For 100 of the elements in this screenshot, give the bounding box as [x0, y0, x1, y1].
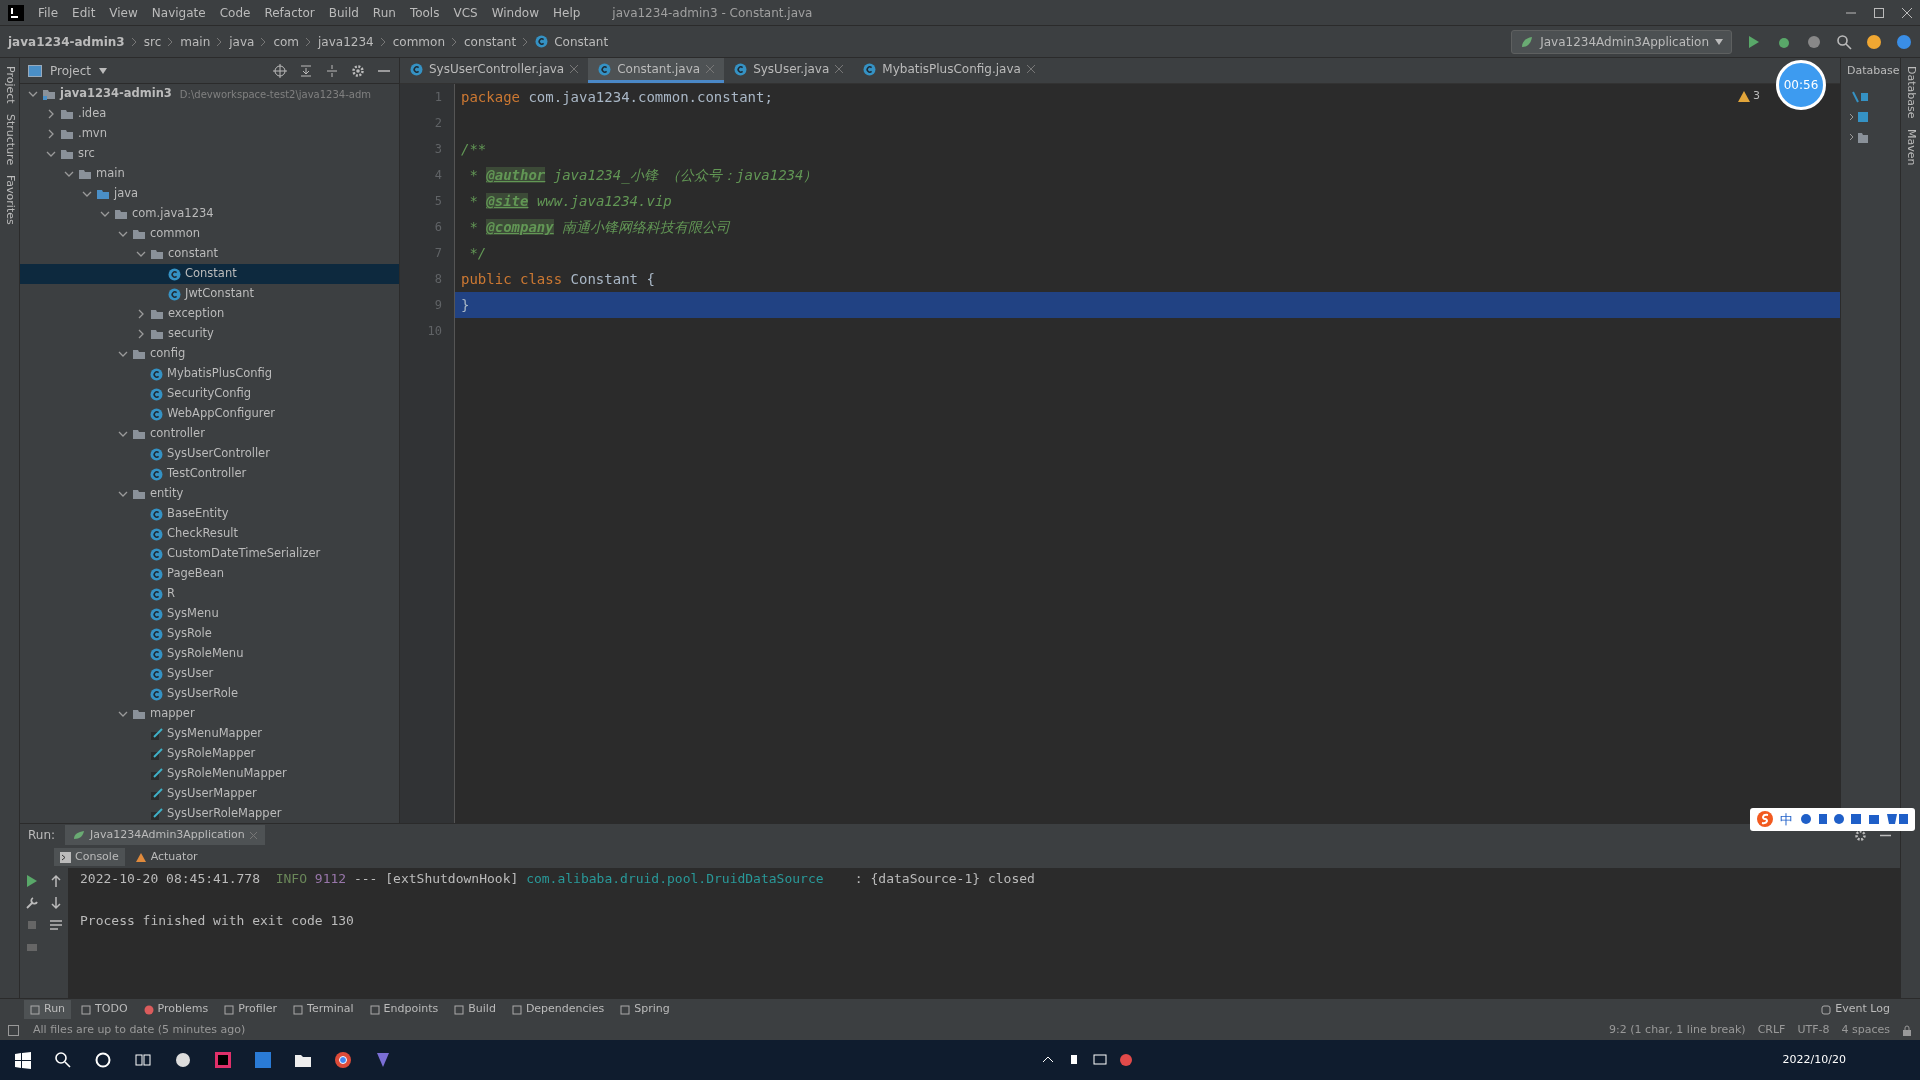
panel-title[interactable]: Project	[50, 61, 92, 80]
tree-item[interactable]: security	[20, 324, 399, 344]
caret-icon[interactable]	[99, 67, 108, 74]
settings-icon[interactable]	[351, 63, 365, 78]
tree-item[interactable]: SysUserController	[20, 444, 399, 464]
breadcrumb-item[interactable]: java1234-admin3	[8, 32, 125, 51]
app-icon[interactable]	[174, 1051, 192, 1069]
ide-taskbar-icon[interactable]	[214, 1051, 232, 1069]
tool-window-tab[interactable]: TODO	[75, 1000, 134, 1019]
tree-item[interactable]: common	[20, 224, 399, 244]
tree-item[interactable]: SysMenu	[20, 604, 399, 624]
breadcrumb-item[interactable]: java	[229, 32, 255, 51]
console-tab[interactable]: Console	[54, 847, 125, 867]
tree-item[interactable]: BaseEntity	[20, 504, 399, 524]
warning-count[interactable]: 3	[1753, 88, 1760, 105]
collapse-all-icon[interactable]	[325, 63, 339, 78]
expand-all-icon[interactable]	[299, 63, 313, 78]
menu-item[interactable]: Build	[328, 3, 359, 22]
editor-tab[interactable]: MybatisPlusConfig.java	[853, 58, 1045, 83]
ime-mode[interactable]: 中	[1780, 809, 1793, 829]
menu-item[interactable]: Refactor	[264, 3, 315, 22]
tree-item[interactable]: main	[20, 164, 399, 184]
tool-window-button[interactable]: Favorites	[1, 174, 18, 225]
menu-item[interactable]: Edit	[72, 3, 96, 22]
tool-window-tab[interactable]: Dependencies	[505, 1000, 611, 1019]
scroll-down-icon[interactable]	[49, 896, 63, 910]
menu-item[interactable]: File	[38, 3, 59, 22]
network-icon[interactable]	[1093, 1053, 1108, 1067]
console-tab[interactable]: Actuator	[128, 847, 204, 867]
editor-tab[interactable]: SysUserController.java	[400, 58, 589, 83]
tree-item[interactable]: CheckResult	[20, 524, 399, 544]
tree-item[interactable]: .mvn	[20, 124, 399, 144]
wrench-icon[interactable]	[25, 896, 39, 910]
coverage-icon[interactable]	[1806, 33, 1822, 50]
tree-item[interactable]: PageBean	[20, 564, 399, 584]
close-icon[interactable]	[1026, 65, 1035, 73]
windows-start-icon[interactable]	[14, 1051, 32, 1069]
locate-icon[interactable]	[273, 63, 287, 78]
run-configuration-tab[interactable]: Java1234Admin3Application	[65, 824, 265, 846]
tree-item[interactable]: src	[20, 144, 399, 164]
breadcrumb-item[interactable]: src	[143, 32, 162, 51]
tool-window-button[interactable]: Maven	[1902, 128, 1919, 165]
tree-item[interactable]: SysUser	[20, 664, 399, 684]
chevron-down-icon[interactable]	[118, 709, 128, 719]
tree-item[interactable]: JwtConstant	[20, 284, 399, 304]
menu-item[interactable]: VCS	[453, 3, 478, 22]
tree-item[interactable]: SecurityConfig	[20, 384, 399, 404]
tree-item[interactable]: SysUserMapper	[20, 784, 399, 804]
tree-item[interactable]: java1234-admin3 D:\devworkspace-test2\java1234-adm	[20, 84, 399, 104]
run-icon[interactable]	[25, 874, 39, 888]
tree-item[interactable]: entity	[20, 484, 399, 504]
settings-icon[interactable]	[1854, 828, 1867, 842]
tree-item[interactable]: SysRoleMenu	[20, 644, 399, 664]
menu-item[interactable]: Code	[219, 3, 251, 22]
tree-item[interactable]: mapper	[20, 704, 399, 724]
tree-item[interactable]: TestController	[20, 464, 399, 484]
chevron-down-icon[interactable]	[118, 349, 128, 359]
status-item[interactable]: 9:2 (1 char, 1 line break)	[1609, 1021, 1746, 1039]
chevron-down-icon[interactable]	[118, 489, 128, 499]
status-item[interactable]: UTF-8	[1797, 1021, 1830, 1039]
tree-item[interactable]: R	[20, 584, 399, 604]
menu-item[interactable]: View	[109, 3, 138, 22]
browser-icon[interactable]	[334, 1051, 352, 1069]
breadcrumb-item[interactable]: constant	[464, 32, 517, 51]
chevron-down-icon[interactable]	[118, 429, 128, 439]
tree-item[interactable]: SysUserRoleMapper	[20, 804, 399, 823]
search-icon[interactable]	[54, 1051, 72, 1069]
cortana-icon[interactable]	[94, 1051, 112, 1069]
breadcrumb-item[interactable]: common	[392, 32, 445, 51]
update-icon[interactable]	[1866, 33, 1882, 50]
tree-item[interactable]: com.java1234	[20, 204, 399, 224]
close-icon[interactable]	[835, 65, 844, 73]
tree-item[interactable]: constant	[20, 244, 399, 264]
maximize-icon[interactable]	[1874, 7, 1884, 18]
tool-window-tab[interactable]: Problems	[137, 1000, 215, 1019]
tree-item[interactable]: MybatisPlusConfig	[20, 364, 399, 384]
tool-window-tab[interactable]: Endpoints	[363, 1000, 445, 1019]
chevron-down-icon[interactable]	[28, 89, 38, 99]
tree-item[interactable]: java	[20, 184, 399, 204]
editor-tab[interactable]: Constant.java	[588, 58, 725, 83]
menu-item[interactable]: Tools	[409, 3, 440, 22]
close-icon[interactable]	[570, 65, 579, 73]
breadcrumb-item[interactable]: main	[180, 32, 211, 51]
ide-icon[interactable]	[1896, 33, 1912, 50]
tool-window-tab[interactable]: Profiler	[218, 1000, 284, 1019]
status-item[interactable]: 4 spaces	[1841, 1021, 1890, 1039]
tool-window-button[interactable]: Structure	[1, 113, 18, 165]
tool-window-tab[interactable]: Run	[24, 1000, 72, 1019]
tree-item[interactable]: Constant	[20, 264, 399, 284]
tree-item[interactable]: .idea	[20, 104, 399, 124]
close-icon[interactable]	[1902, 7, 1912, 18]
tree-item[interactable]: config	[20, 344, 399, 364]
app-tray-icon[interactable]	[1119, 1053, 1134, 1067]
soft-wrap-icon[interactable]	[49, 918, 63, 932]
tree-item[interactable]: exception	[20, 304, 399, 324]
tool-window-tab[interactable]: Terminal	[287, 1000, 360, 1019]
breadcrumb-item[interactable]: java1234	[318, 32, 374, 51]
tree-item[interactable]: controller	[20, 424, 399, 444]
menu-item[interactable]: Navigate	[151, 3, 206, 22]
tree-item[interactable]: SysRoleMapper	[20, 744, 399, 764]
